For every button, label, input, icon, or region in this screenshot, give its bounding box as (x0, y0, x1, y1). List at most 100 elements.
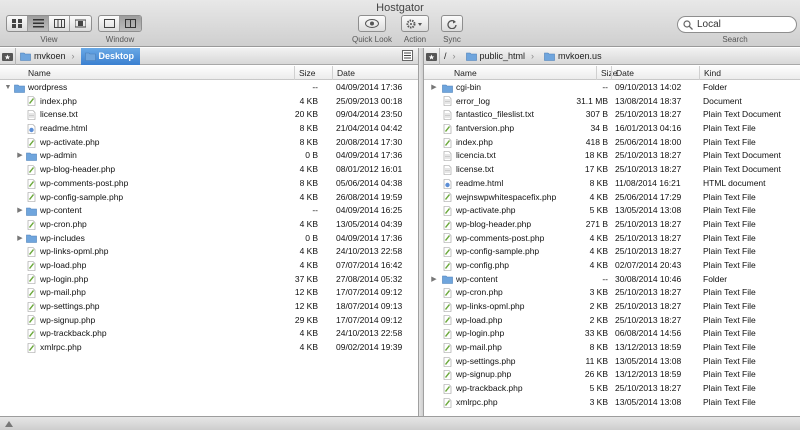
right-col-name[interactable]: Name (450, 66, 596, 80)
disclosure-closed-icon[interactable]: ▶ (430, 273, 438, 287)
list-item[interactable]: readme.html 8 KB 11/08/2014 16:21 HTML docu… (424, 177, 800, 191)
list-item[interactable]: licencia.txt 18 KB 25/10/2013 18:27 Plain T… (424, 149, 800, 163)
disclosure-closed-icon[interactable]: ▶ (16, 149, 24, 163)
list-item[interactable]: wp-config.php 4 KB 02/07/2014 20:43 Plain T… (424, 259, 800, 273)
list-item[interactable]: wejnswpwhitespacefix.php 4 KB 25/06/2014 1… (424, 191, 800, 205)
left-col-date[interactable]: Date (332, 66, 418, 80)
disclosure-open-icon[interactable]: ▼ (4, 81, 12, 95)
php-file-icon (27, 96, 36, 107)
search-input[interactable] (697, 19, 792, 30)
left-favorites-button[interactable] (0, 47, 16, 65)
text-file-icon (443, 110, 452, 120)
list-item[interactable]: index.php 418 B 25/06/2014 18:00 Plain Text… (424, 136, 800, 150)
left-col-name[interactable]: Name (24, 66, 294, 80)
list-item[interactable]: wp-settings.php 12 KB 18/07/2014 09:13 (0, 300, 418, 314)
list-item[interactable]: wp-trackback.php 5 KB 25/10/2013 18:27 Plai… (424, 382, 800, 396)
breadcrumb-item[interactable]: Desktop (80, 47, 141, 65)
list-item[interactable]: xmlrpc.php 3 KB 13/05/2014 13:08 Plain Text… (424, 396, 800, 410)
list-item[interactable]: wp-signup.php 26 KB 13/12/2013 18:59 Plain … (424, 368, 800, 382)
php-file-icon (443, 370, 452, 380)
list-item[interactable]: wp-cron.php 4 KB 13/05/2014 04:39 (0, 218, 418, 232)
icon-view-icon (12, 19, 22, 28)
list-item[interactable]: wp-trackback.php 4 KB 24/10/2013 22:58 (0, 327, 418, 341)
list-item[interactable]: wp-mail.php 8 KB 13/12/2013 18:59 Plain Tex… (424, 341, 800, 355)
file-icon-cell (26, 314, 38, 328)
list-item[interactable]: fantastico_fileslist.txt 307 B 25/10/2013 … (424, 108, 800, 122)
list-item[interactable]: index.php 4 KB 25/09/2013 00:18 (0, 95, 418, 109)
right-col-date[interactable]: Date (611, 66, 699, 80)
list-item[interactable]: wp-activate.php 5 KB 13/05/2014 13:08 Plain… (424, 204, 800, 218)
list-item[interactable]: wp-links-opml.php 2 KB 25/10/2013 18:27 Pla… (424, 300, 800, 314)
right-col-size[interactable]: Size (596, 66, 618, 80)
list-item[interactable]: license.txt 20 KB 09/04/2014 23:50 (0, 108, 418, 122)
php-file-icon (27, 315, 36, 326)
list-item[interactable]: ▶ wp-content -- 30/08/2014 10:46 Folder (424, 273, 800, 287)
list-item[interactable]: wp-cron.php 3 KB 25/10/2013 18:27 Plain Tex… (424, 286, 800, 300)
file-icon-cell (442, 341, 454, 355)
gear-icon (406, 19, 422, 28)
dual-pane-button[interactable] (120, 16, 141, 31)
icon-view-button[interactable] (7, 16, 28, 31)
file-icon-cell (26, 191, 38, 205)
left-info-button[interactable] (402, 50, 414, 62)
file-kind: Plain Text Document (703, 109, 781, 120)
sync-button[interactable] (441, 15, 463, 32)
file-name: index.php (40, 95, 77, 106)
file-name: wp-blog-header.php (40, 164, 116, 175)
coverflow-view-button[interactable] (70, 16, 91, 31)
list-item[interactable]: license.txt 17 KB 25/10/2013 18:27 Plain Te… (424, 163, 800, 177)
file-icon-cell (442, 382, 454, 396)
list-item[interactable]: wp-settings.php 11 KB 13/05/2014 13:08 Plai… (424, 355, 800, 369)
file-kind: Plain Text File (703, 301, 756, 311)
single-pane-button[interactable] (99, 16, 120, 31)
text-file-icon (443, 151, 452, 161)
list-item[interactable]: fantversion.php 34 B 16/01/2013 04:16 Plain… (424, 122, 800, 136)
list-item[interactable]: wp-comments-post.php 8 KB 05/06/2014 04:38 (0, 177, 418, 191)
list-item[interactable]: wp-signup.php 29 KB 17/07/2014 09:12 (0, 314, 418, 328)
file-name: xmlrpc.php (40, 342, 82, 353)
list-view-button[interactable] (28, 16, 49, 31)
breadcrumb-item[interactable]: / › (440, 48, 462, 65)
file-icon-cell (442, 286, 454, 300)
file-icon-cell (442, 314, 454, 328)
list-item[interactable]: readme.html 8 KB 21/04/2014 04:42 (0, 122, 418, 136)
window-label: Window (105, 35, 135, 44)
file-icon-cell (442, 245, 454, 259)
breadcrumb-label: / (444, 51, 447, 61)
list-item[interactable]: wp-blog-header.php 4 KB 08/01/2012 16:01 (0, 163, 418, 177)
left-col-size[interactable]: Size (294, 66, 332, 80)
list-item[interactable]: ▶ wp-content -- 04/09/2014 16:25 (0, 204, 418, 218)
breadcrumb-item[interactable]: mvkoen.us (540, 48, 608, 65)
list-item[interactable]: wp-config-sample.php 4 KB 26/08/2014 19:59 (0, 191, 418, 205)
list-item[interactable]: wp-login.php 37 KB 27/08/2014 05:32 (0, 273, 418, 287)
disclosure-closed-icon[interactable]: ▶ (430, 81, 438, 95)
list-item[interactable]: wp-load.php 2 KB 25/10/2013 18:27 Plain Tex… (424, 314, 800, 328)
list-item[interactable]: ▶ wp-admin 0 B 04/09/2014 17:36 (0, 149, 418, 163)
list-item[interactable]: wp-comments-post.php 4 KB 25/10/2013 18:27… (424, 232, 800, 246)
list-item[interactable]: wp-links-opml.php 4 KB 24/10/2013 22:58 (0, 245, 418, 259)
list-item[interactable]: wp-login.php 33 KB 06/08/2014 14:56 Plain T… (424, 327, 800, 341)
breadcrumb-item[interactable]: mvkoen › (16, 48, 81, 65)
list-item[interactable]: error_log 31.1 MB 13/08/2014 18:37 Document (424, 95, 800, 109)
left-breadcrumb: mvkoen › Desktop (16, 47, 141, 65)
list-item[interactable]: ▼ wordpress -- 04/09/2014 17:36 (0, 81, 418, 95)
list-item[interactable]: ▶ wp-includes 0 B 04/09/2014 17:36 (0, 232, 418, 246)
breadcrumb-item[interactable]: public_html › (462, 48, 541, 65)
list-item[interactable]: wp-mail.php 12 KB 17/07/2014 09:12 (0, 286, 418, 300)
list-item[interactable]: wp-load.php 4 KB 07/07/2014 16:42 (0, 259, 418, 273)
file-size: 271 B (585, 218, 608, 229)
disclosure-closed-icon[interactable]: ▶ (16, 204, 24, 218)
list-item[interactable]: ▶ cgi-bin -- 09/10/2013 14:02 Folder (424, 81, 800, 95)
action-button[interactable] (401, 15, 429, 32)
disclosure-closed-icon[interactable]: ▶ (16, 232, 24, 246)
list-item[interactable]: wp-blog-header.php 271 B 25/10/2013 18:27 P… (424, 218, 800, 232)
list-item[interactable]: xmlrpc.php 4 KB 09/02/2014 19:39 (0, 341, 418, 355)
column-view-button[interactable] (49, 16, 70, 31)
list-item[interactable]: wp-config-sample.php 4 KB 25/10/2013 18:27… (424, 245, 800, 259)
right-col-kind[interactable]: Kind (699, 66, 800, 80)
list-item[interactable]: wp-activate.php 8 KB 20/08/2014 17:30 (0, 136, 418, 150)
search-field[interactable] (677, 16, 797, 33)
file-icon-cell (442, 95, 454, 109)
quick-look-button[interactable] (358, 15, 386, 32)
right-favorites-button[interactable] (424, 47, 440, 65)
